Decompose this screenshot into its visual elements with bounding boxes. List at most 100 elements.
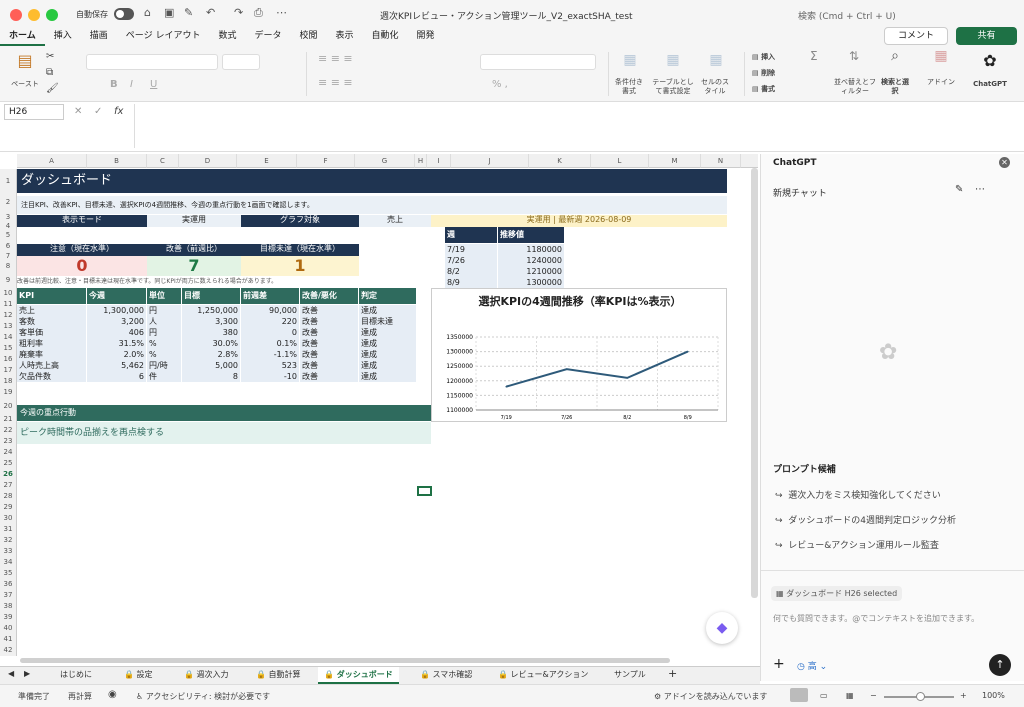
close-window-button[interactable] [10,9,22,21]
tab-page-layout[interactable]: ページ レイアウト [117,28,210,46]
more-icon[interactable]: ⋯ [276,6,287,19]
font-name-select[interactable] [86,54,218,70]
row-header[interactable]: 41 [0,634,17,645]
column-header[interactable]: M [649,154,701,168]
row-header[interactable]: 37 [0,590,17,601]
row-header[interactable]: 2 [0,193,17,211]
column-header[interactable]: E [237,154,297,168]
paste-icon[interactable]: ▤ [8,52,42,70]
column-header[interactable]: H [415,154,427,168]
column-header[interactable]: D [179,154,237,168]
italic-icon[interactable]: I [130,80,133,90]
selected-cell[interactable] [417,486,432,496]
column-header[interactable]: G [355,154,415,168]
share-button[interactable]: 共有 [956,27,1017,45]
page-break-icon[interactable]: ▦ [846,691,854,700]
mode-selector[interactable]: ◷ 高 ⌄ [797,659,827,672]
record-icon[interactable]: ◉ [108,689,117,700]
column-header[interactable]: F [297,154,355,168]
format-cells-button[interactable]: ▤ 書式 [752,85,775,94]
align-top-icon[interactable]: ≡ ≡ ≡ [318,53,353,64]
sheet-tab[interactable]: 🔒 レビュー&アクション [498,669,588,680]
row-header[interactable]: 11 [0,299,17,310]
insert-cells-button[interactable]: ▤ 挿入 [752,53,775,62]
home-icon[interactable]: ⌂ [144,6,151,19]
align-left-icon[interactable]: ≡ ≡ ≡ [318,77,353,88]
tab-data[interactable]: データ [245,28,290,46]
more-options-icon[interactable]: ⋯ [975,184,985,195]
column-header[interactable]: I [427,154,451,168]
page-layout-icon[interactable]: ▭ [820,691,828,700]
tab-home[interactable]: ホーム [0,28,45,46]
confirm-icon[interactable]: ✓ [94,106,102,117]
row-header[interactable]: 9 [0,272,17,288]
sheet-tab-active[interactable]: 🔒 ダッシュボード [318,667,399,684]
fx-icon[interactable]: fx [114,106,123,117]
tab-automate[interactable]: 自動化 [363,28,408,46]
compose-icon[interactable]: ✎ [955,184,963,195]
print-icon[interactable]: ⎙ [254,6,263,20]
sheet-tab[interactable]: 🔒 設定 [124,669,153,680]
row-header[interactable]: 36 [0,579,17,590]
row-header[interactable]: 10 [0,288,17,299]
column-header[interactable]: O [741,154,758,168]
table-format-icon[interactable]: ▦ [650,52,696,68]
cancel-icon[interactable]: ✕ [74,106,82,117]
next-sheet-icon[interactable]: ▶ [24,669,30,678]
column-header[interactable]: N [701,154,741,168]
chat-input[interactable]: 何でも質問できます。@でコンテキストを追加できます。 [773,612,1009,626]
tab-review[interactable]: 校閲 [290,28,326,46]
row-header[interactable]: 24 [0,447,17,458]
context-chip[interactable]: ▦ ダッシュボード H26 selected [771,586,903,601]
cut-icon[interactable]: ✂ [46,52,54,62]
horizontal-scrollbar[interactable] [20,658,670,663]
sum-icon[interactable]: Σ [810,50,818,62]
normal-view-icon[interactable] [790,688,808,702]
accessibility-status[interactable]: ♿ アクセシビリティ: 検討が必要です [136,691,270,702]
minimize-window-button[interactable] [28,9,40,21]
row-header[interactable]: 17 [0,365,17,376]
tab-developer[interactable]: 開発 [408,28,444,46]
row-header[interactable]: 35 [0,568,17,579]
row-header[interactable]: 23 [0,436,17,447]
column-header[interactable]: K [529,154,591,168]
sheet-tab[interactable]: 🔒 週次入力 [184,669,229,680]
row-header[interactable]: 39 [0,612,17,623]
row-header[interactable]: 14 [0,332,17,343]
graph-target-value[interactable]: 売上 [359,215,431,227]
zoom-out-icon[interactable]: − [870,691,877,700]
zoom-in-icon[interactable]: + [960,691,967,700]
sheet-tab[interactable]: 🔒 スマホ確認 [420,669,472,680]
row-header[interactable]: 25 [0,458,17,469]
comment-button[interactable]: コメント [884,27,948,45]
sheet-tab[interactable]: サンプル [614,669,646,680]
redo-icon[interactable]: ↷ [234,6,243,19]
row-header[interactable]: 22 [0,425,17,436]
row-header[interactable]: 20 [0,398,17,414]
row-header[interactable]: 5 [0,229,17,241]
prompt-suggestion[interactable]: ↪ ダッシュボードの4週間判定ロジック分析 [775,513,956,526]
row-header[interactable]: 13 [0,321,17,332]
undo-icon[interactable]: ↶ [206,6,215,19]
percent-icon[interactable]: % , [492,80,508,90]
column-header[interactable]: A [17,154,87,168]
formula-input[interactable] [134,104,1020,148]
worksheet[interactable]: ABCDEFGHIJKLMNO 123456789101112131415161… [0,154,758,664]
row-header[interactable]: 12 [0,310,17,321]
row-header[interactable]: 40 [0,623,17,634]
tab-formulas[interactable]: 数式 [209,28,245,46]
underline-icon[interactable]: U [150,80,157,90]
row-header[interactable]: 30 [0,513,17,524]
prev-sheet-icon[interactable]: ◀ [8,669,14,678]
delete-cells-button[interactable]: ▤ 削除 [752,69,775,78]
row-header[interactable]: 34 [0,557,17,568]
conditional-format-icon[interactable]: ▦ [614,52,646,68]
addin-icon[interactable]: ▦ [926,49,956,63]
row-header[interactable]: 8 [0,261,17,272]
zoom-level[interactable]: 100% [982,691,1005,700]
row-header[interactable]: 21 [0,414,17,425]
prompt-suggestion[interactable]: ↪ レビュー&アクション運用ルール監査 [775,538,939,551]
close-panel-icon[interactable]: ✕ [999,157,1010,168]
tab-view[interactable]: 表示 [327,28,363,46]
search-icon[interactable]: ⌕ [880,49,910,63]
